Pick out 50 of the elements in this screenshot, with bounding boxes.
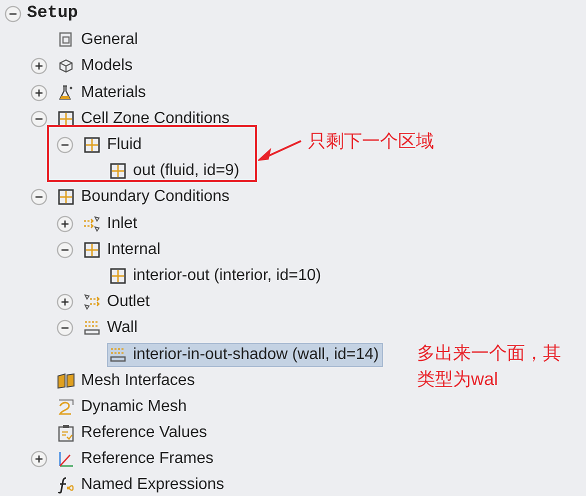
grid-icon <box>109 266 127 285</box>
collapse-icon[interactable] <box>4 5 22 24</box>
grid-icon <box>83 136 101 154</box>
grid-icon <box>83 240 101 259</box>
clipboard-icon <box>57 424 75 442</box>
expand-icon[interactable] <box>30 84 48 102</box>
expand-icon[interactable] <box>30 57 48 76</box>
tree-item[interactable]: Reference Values <box>55 421 211 446</box>
curves-icon <box>57 398 75 416</box>
flask-icon <box>57 84 75 102</box>
tree-item[interactable]: Inlet <box>81 212 142 236</box>
tree-item[interactable]: General <box>55 28 142 52</box>
collapse-icon[interactable] <box>30 188 48 206</box>
wall-icon <box>109 346 127 364</box>
tree-item[interactable]: Setup <box>26 2 82 26</box>
tree-item[interactable]: Wall <box>81 316 142 340</box>
expand-icon[interactable] <box>30 450 48 468</box>
grid-icon <box>57 188 75 206</box>
expand-icon[interactable] <box>56 293 74 312</box>
tree-item[interactable]: interior-out (interior, id=10) <box>107 264 326 288</box>
collapse-icon[interactable] <box>56 319 74 338</box>
collapse-icon[interactable] <box>56 240 74 259</box>
grid-icon <box>57 110 75 128</box>
expand-icon[interactable] <box>56 214 74 233</box>
tree-item[interactable]: Mesh Interfaces <box>55 368 199 393</box>
annotation-text: 只剩下一个区域 <box>308 130 434 153</box>
function-icon <box>57 476 75 494</box>
tree-item[interactable]: Outlet <box>81 290 154 314</box>
arrows-icon <box>83 293 101 312</box>
arrow <box>258 140 302 162</box>
tree-item[interactable]: Reference Frames <box>55 447 218 472</box>
tree-item[interactable]: Fluid <box>81 133 146 158</box>
tree-item[interactable]: Models <box>55 54 137 78</box>
tree-item[interactable]: Dynamic Mesh <box>55 394 191 419</box>
collapse-icon[interactable] <box>56 136 74 154</box>
tree-item[interactable]: Internal <box>81 238 164 262</box>
tree-item[interactable]: Boundary Conditions <box>55 185 234 210</box>
blocks-icon <box>57 372 75 390</box>
arrows-icon <box>83 214 101 233</box>
annotation-text: 多出来一个面，其类型为wal <box>417 342 562 391</box>
wall-icon <box>83 319 101 338</box>
cube-icon <box>57 57 75 76</box>
tree-item[interactable]: Cell Zone Conditions <box>55 106 234 131</box>
tree-item[interactable]: interior-in-out-shadow (wall, id=14) <box>107 342 383 367</box>
tree-item[interactable]: Materials <box>55 80 150 105</box>
collapse-icon[interactable] <box>30 110 48 128</box>
grid-icon <box>109 162 127 180</box>
axes-icon <box>57 450 75 468</box>
tree-item[interactable]: Named Expressions <box>55 473 228 496</box>
tree-item[interactable]: out (fluid, id=9) <box>107 159 244 184</box>
